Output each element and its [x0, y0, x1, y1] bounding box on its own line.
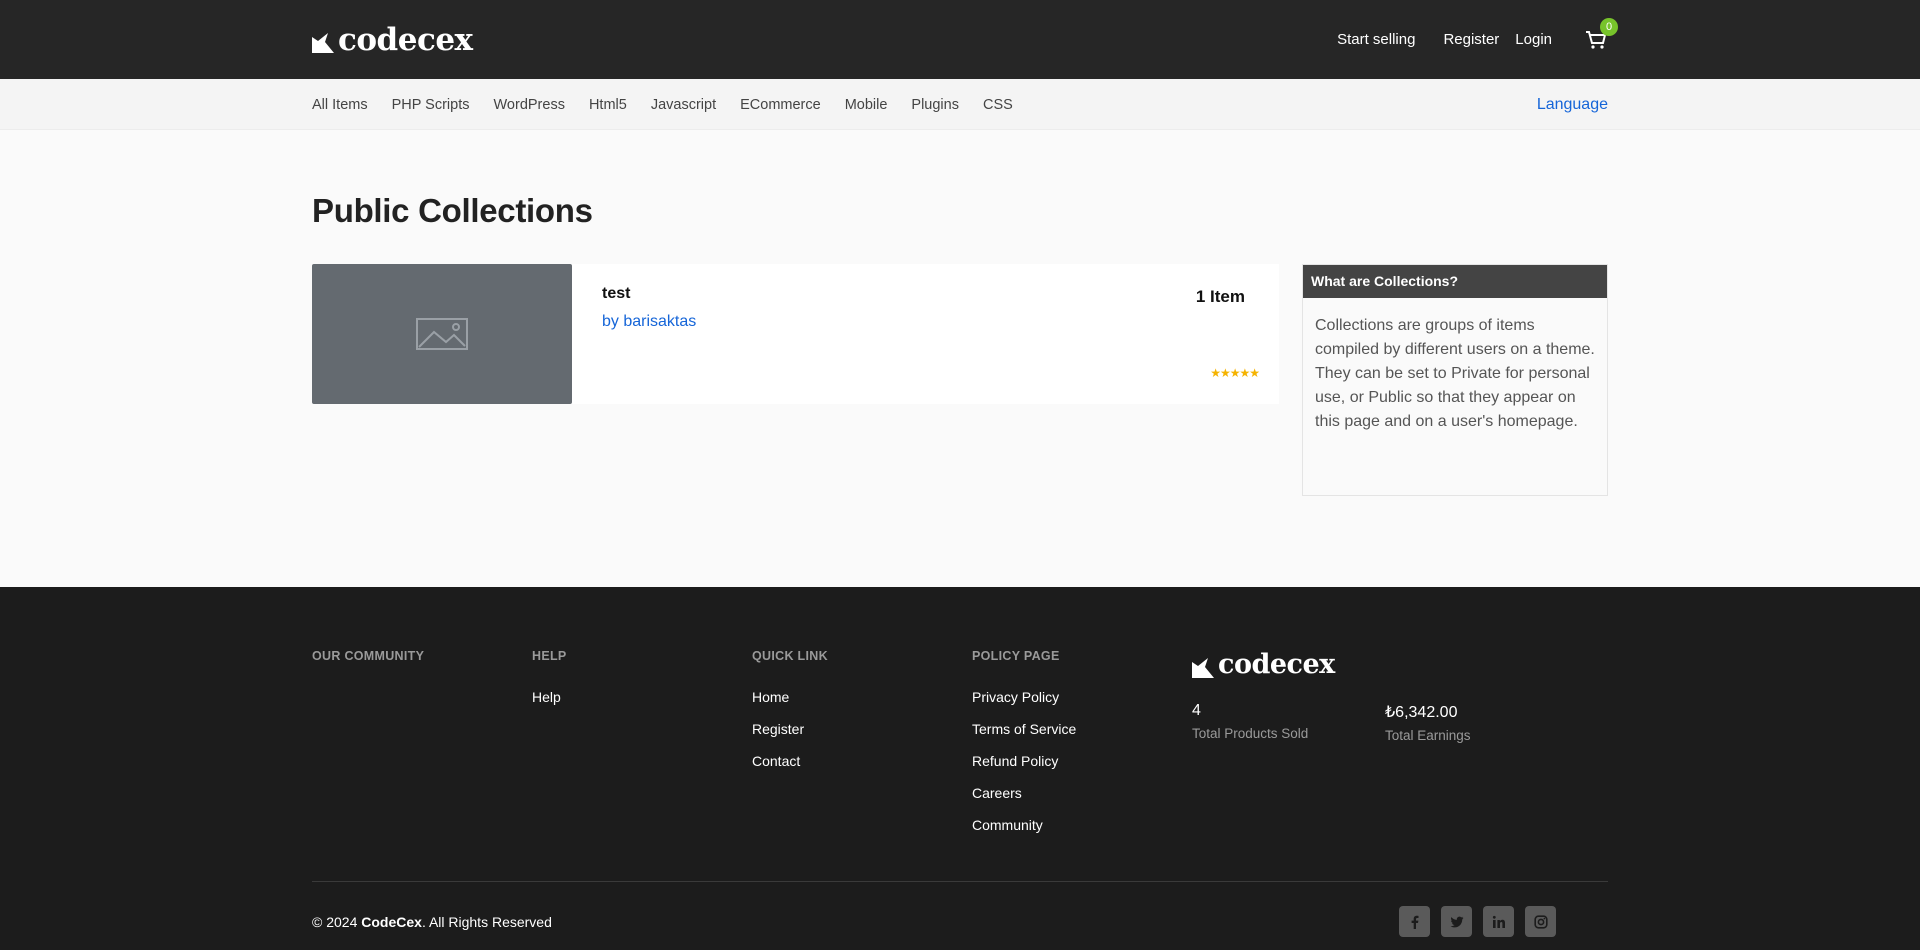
facebook-icon[interactable] — [1399, 906, 1430, 937]
footer-link-community[interactable]: Community — [972, 817, 1192, 833]
nav-item-html5[interactable]: Html5 — [589, 97, 627, 113]
footer-community-heading: OUR COMMUNITY — [312, 649, 425, 663]
logo-text: codecex — [338, 21, 473, 58]
category-nav: All Items PHP Scripts WordPress Html5 Ja… — [0, 79, 1920, 130]
nav-item-wordpress[interactable]: WordPress — [494, 97, 565, 113]
page-title: Public Collections — [312, 192, 593, 229]
footer-link-privacy[interactable]: Privacy Policy — [972, 689, 1192, 705]
stat-products-value: 4 — [1192, 702, 1201, 719]
nav-item-javascript[interactable]: Javascript — [651, 97, 716, 113]
footer-policy-heading: POLICY PAGE — [972, 649, 1060, 663]
stat-earnings-label: Total Earnings — [1385, 728, 1471, 743]
collection-item-count: 1 Item — [1195, 287, 1245, 306]
nav-item-mobile[interactable]: Mobile — [845, 97, 888, 113]
nav-item-all-items[interactable]: All Items — [312, 97, 368, 113]
cart-count-badge: 0 — [1600, 17, 1618, 36]
collection-author-link[interactable]: by barisaktas — [602, 313, 1249, 331]
collections-info-box: What are Collections? Collections are gr… — [1302, 264, 1608, 496]
site-logo[interactable]: codecex — [312, 22, 473, 58]
collection-title[interactable]: test — [602, 285, 1249, 303]
site-footer: OUR COMMUNITY HELP Help QUICK LINK Home … — [0, 587, 1920, 950]
nav-item-plugins[interactable]: Plugins — [911, 97, 959, 113]
main-content: Public Collections test by barisaktas 1 … — [0, 130, 1920, 587]
instagram-icon[interactable] — [1525, 906, 1556, 937]
language-selector[interactable]: Language — [1537, 96, 1608, 114]
linkedin-icon[interactable] — [1483, 906, 1514, 937]
start-selling-link[interactable]: Start selling — [1337, 31, 1415, 48]
footer-logo[interactable]: codecex — [1192, 649, 1578, 680]
info-box-heading: What are Collections? — [1303, 265, 1607, 298]
rating-stars: ★★★★★ — [1210, 366, 1260, 380]
copyright-prefix: © 2024 — [312, 913, 362, 930]
logo-mark-icon — [1192, 657, 1214, 678]
stat-products-label: Total Products Sold — [1192, 726, 1309, 741]
footer-link-help[interactable]: Help — [532, 689, 752, 705]
register-link[interactable]: Register — [1443, 31, 1499, 48]
collection-thumbnail[interactable] — [312, 264, 572, 404]
info-box-text: Collections are groups of items compiled… — [1315, 317, 1595, 430]
logo-mark-icon — [312, 32, 334, 53]
image-placeholder-icon — [416, 318, 468, 350]
footer-link-contact[interactable]: Contact — [752, 753, 972, 769]
footer-link-careers[interactable]: Careers — [972, 785, 1192, 801]
login-link[interactable]: Login — [1515, 31, 1552, 48]
footer-link-terms[interactable]: Terms of Service — [972, 721, 1192, 737]
collection-card[interactable]: test by barisaktas 1 Item ★★★★★ — [312, 264, 1279, 404]
footer-link-home[interactable]: Home — [752, 689, 972, 705]
footer-logo-text: codecex — [1218, 649, 1335, 680]
top-header: codecex Start selling Register Login 0 — [0, 0, 1920, 79]
copyright-brand: CodeCex — [361, 913, 422, 930]
twitter-icon[interactable] — [1441, 906, 1472, 937]
nav-item-ecommerce[interactable]: ECommerce — [740, 97, 821, 113]
stat-products-sold: 4 Total Products Sold — [1192, 702, 1385, 743]
footer-link-register[interactable]: Register — [752, 721, 972, 737]
footer-quick-heading: QUICK LINK — [752, 649, 828, 663]
stat-earnings-value: ₺6,342.00 — [1385, 704, 1458, 721]
nav-item-php-scripts[interactable]: PHP Scripts — [392, 97, 470, 113]
footer-help-heading: HELP — [532, 649, 567, 663]
footer-link-refund[interactable]: Refund Policy — [972, 753, 1192, 769]
stat-total-earnings: ₺6,342.00 Total Earnings — [1385, 702, 1578, 743]
cart-button[interactable]: 0 — [1584, 17, 1618, 52]
copyright-text: © 2024 CodeCex. All Rights Reserved — [312, 914, 552, 930]
copyright-suffix: . All Rights Reserved — [421, 913, 552, 930]
nav-item-css[interactable]: CSS — [983, 97, 1013, 113]
